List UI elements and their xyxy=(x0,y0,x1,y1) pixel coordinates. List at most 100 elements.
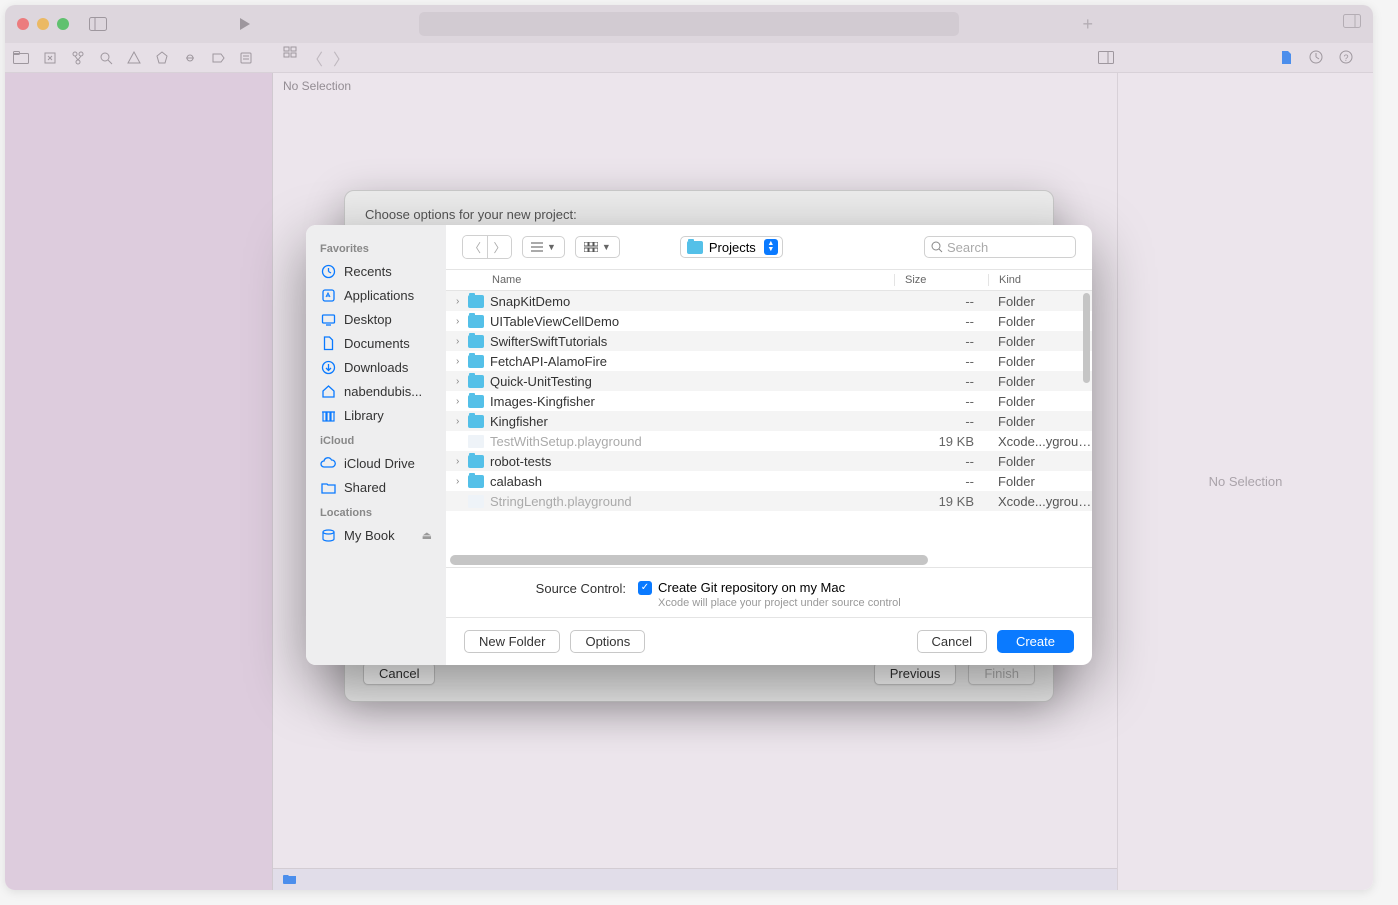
help-inspector-icon[interactable]: ? xyxy=(1339,50,1353,65)
file-name: TestWithSetup.playground xyxy=(490,434,894,449)
cancel-button[interactable]: Cancel xyxy=(917,630,987,653)
table-row[interactable]: ›Images-Kingfisher--Folder xyxy=(446,391,1092,411)
close-window-button[interactable] xyxy=(17,18,29,30)
file-list[interactable]: ›SnapKitDemo--Folder›UITableViewCellDemo… xyxy=(446,291,1092,555)
related-items-icon[interactable] xyxy=(283,46,297,70)
sidebar-item-desktop[interactable]: Desktop xyxy=(306,307,446,331)
file-size: -- xyxy=(894,334,988,349)
group-toggle[interactable]: ▼ xyxy=(575,236,620,258)
search-field[interactable]: Search xyxy=(924,236,1076,258)
forward-icon[interactable]: 〉 xyxy=(333,46,349,70)
sidebar-item-label: Documents xyxy=(344,336,410,351)
location-popup[interactable]: Projects ▲▼ xyxy=(680,236,783,258)
create-button[interactable]: Create xyxy=(997,630,1074,653)
disclosure-triangle-icon[interactable]: › xyxy=(456,456,468,467)
debug-nav-icon[interactable] xyxy=(183,51,197,65)
find-nav-icon[interactable] xyxy=(99,51,113,65)
run-button[interactable] xyxy=(237,17,251,31)
file-kind: Xcode...yground xyxy=(988,494,1092,509)
list-icon xyxy=(531,242,543,252)
table-row[interactable]: ›SnapKitDemo--Folder xyxy=(446,291,1092,311)
sidebar-item-label: Shared xyxy=(344,480,386,495)
column-name[interactable]: Name xyxy=(446,274,894,286)
source-control-nav-icon[interactable] xyxy=(43,51,57,65)
folder-icon xyxy=(468,295,484,308)
table-row[interactable]: ›calabash--Folder xyxy=(446,471,1092,491)
disclosure-triangle-icon[interactable]: › xyxy=(456,396,468,407)
dialog-main: 〈 〉 ▼ ▼ Projects ▲▼ Search Name xyxy=(446,225,1092,665)
table-row[interactable]: ›robot-tests--Folder xyxy=(446,451,1092,471)
file-inspector-icon[interactable] xyxy=(1280,50,1293,65)
file-size: 19 KB xyxy=(894,434,988,449)
file-kind: Folder xyxy=(988,394,1092,409)
disclosure-triangle-icon[interactable]: › xyxy=(456,356,468,367)
sidebar-item-my-book[interactable]: My Book⏏ xyxy=(306,523,446,547)
file-size: -- xyxy=(894,394,988,409)
git-checkbox[interactable]: ✓ xyxy=(638,581,652,595)
eject-icon[interactable]: ⏏ xyxy=(422,529,432,542)
file-kind: Xcode...yground xyxy=(988,434,1092,449)
sidebar-item-label: Recents xyxy=(344,264,392,279)
table-row[interactable]: StringLength.playground19 KBXcode...ygro… xyxy=(446,491,1092,511)
scrollbar-thumb[interactable] xyxy=(1083,293,1090,383)
symbol-nav-icon[interactable] xyxy=(71,51,85,65)
nav-buttons: 〈 〉 xyxy=(462,235,512,259)
file-name: StringLength.playground xyxy=(490,494,894,509)
breakpoint-nav-icon[interactable] xyxy=(211,51,225,65)
table-row[interactable]: TestWithSetup.playground19 KBXcode...ygr… xyxy=(446,431,1092,451)
table-row[interactable]: ›Quick-UnitTesting--Folder xyxy=(446,371,1092,391)
file-name: SwifterSwiftTutorials xyxy=(490,334,894,349)
forward-button[interactable]: 〉 xyxy=(487,236,511,258)
horizontal-scrollbar-thumb[interactable] xyxy=(450,555,928,565)
sidebar-item-library[interactable]: Library xyxy=(306,403,446,427)
new-folder-button[interactable]: New Folder xyxy=(464,630,560,653)
table-row[interactable]: ›UITableViewCellDemo--Folder xyxy=(446,311,1092,331)
sidebar-item-label: iCloud Drive xyxy=(344,456,415,471)
sidebar-section-header: Locations xyxy=(306,499,446,523)
editor-layout-icon[interactable] xyxy=(1098,51,1114,64)
column-kind[interactable]: Kind xyxy=(988,274,1092,286)
table-row[interactable]: ›FetchAPI-AlamoFire--Folder xyxy=(446,351,1092,371)
debug-bar xyxy=(273,868,1117,890)
table-row[interactable]: ›Kingfisher--Folder xyxy=(446,411,1092,431)
sidebar-item-shared[interactable]: Shared xyxy=(306,475,446,499)
sidebar-item-downloads[interactable]: Downloads xyxy=(306,355,446,379)
disclosure-triangle-icon[interactable]: › xyxy=(456,376,468,387)
dialog-sidebar: FavoritesRecentsApplicationsDesktopDocum… xyxy=(306,225,446,665)
sidebar-item-icloud-drive[interactable]: iCloud Drive xyxy=(306,451,446,475)
history-inspector-icon[interactable] xyxy=(1309,50,1323,65)
sidebar-item-applications[interactable]: Applications xyxy=(306,283,446,307)
sidebar-item-nabendubis-[interactable]: nabendubis... xyxy=(306,379,446,403)
list-view-toggle[interactable]: ▼ xyxy=(522,236,565,258)
table-row[interactable]: ›SwifterSwiftTutorials--Folder xyxy=(446,331,1092,351)
report-nav-icon[interactable] xyxy=(239,51,253,65)
search-placeholder: Search xyxy=(947,240,988,255)
sidebar-toggle-icon[interactable] xyxy=(89,17,107,31)
disclosure-triangle-icon[interactable]: › xyxy=(456,416,468,427)
library-toggle-icon[interactable] xyxy=(1343,14,1361,35)
issue-nav-icon[interactable] xyxy=(127,51,141,65)
disclosure-triangle-icon[interactable]: › xyxy=(456,296,468,307)
disclosure-triangle-icon[interactable]: › xyxy=(456,336,468,347)
back-icon[interactable]: 〈 xyxy=(307,46,323,70)
activity-field[interactable] xyxy=(419,12,959,36)
disclosure-triangle-icon[interactable]: › xyxy=(456,476,468,487)
test-nav-icon[interactable] xyxy=(155,51,169,65)
location-stepper-icon: ▲▼ xyxy=(764,239,778,255)
git-checkbox-label: Create Git repository on my Mac xyxy=(658,580,845,595)
column-size[interactable]: Size xyxy=(894,274,988,286)
sidebar-item-documents[interactable]: Documents xyxy=(306,331,446,355)
folder-nav-icon[interactable] xyxy=(13,51,29,65)
download-icon xyxy=(320,359,336,375)
add-button[interactable]: + xyxy=(1082,14,1093,35)
file-size: -- xyxy=(894,294,988,309)
zoom-window-button[interactable] xyxy=(57,18,69,30)
disclosure-triangle-icon[interactable]: › xyxy=(456,316,468,327)
minimize-window-button[interactable] xyxy=(37,18,49,30)
source-control-row: Source Control: ✓ Create Git repository … xyxy=(446,567,1092,617)
back-button[interactable]: 〈 xyxy=(463,236,487,258)
sidebar-item-recents[interactable]: Recents xyxy=(306,259,446,283)
location-label: Projects xyxy=(709,240,756,255)
file-kind: Folder xyxy=(988,374,1092,389)
options-button[interactable]: Options xyxy=(570,630,645,653)
